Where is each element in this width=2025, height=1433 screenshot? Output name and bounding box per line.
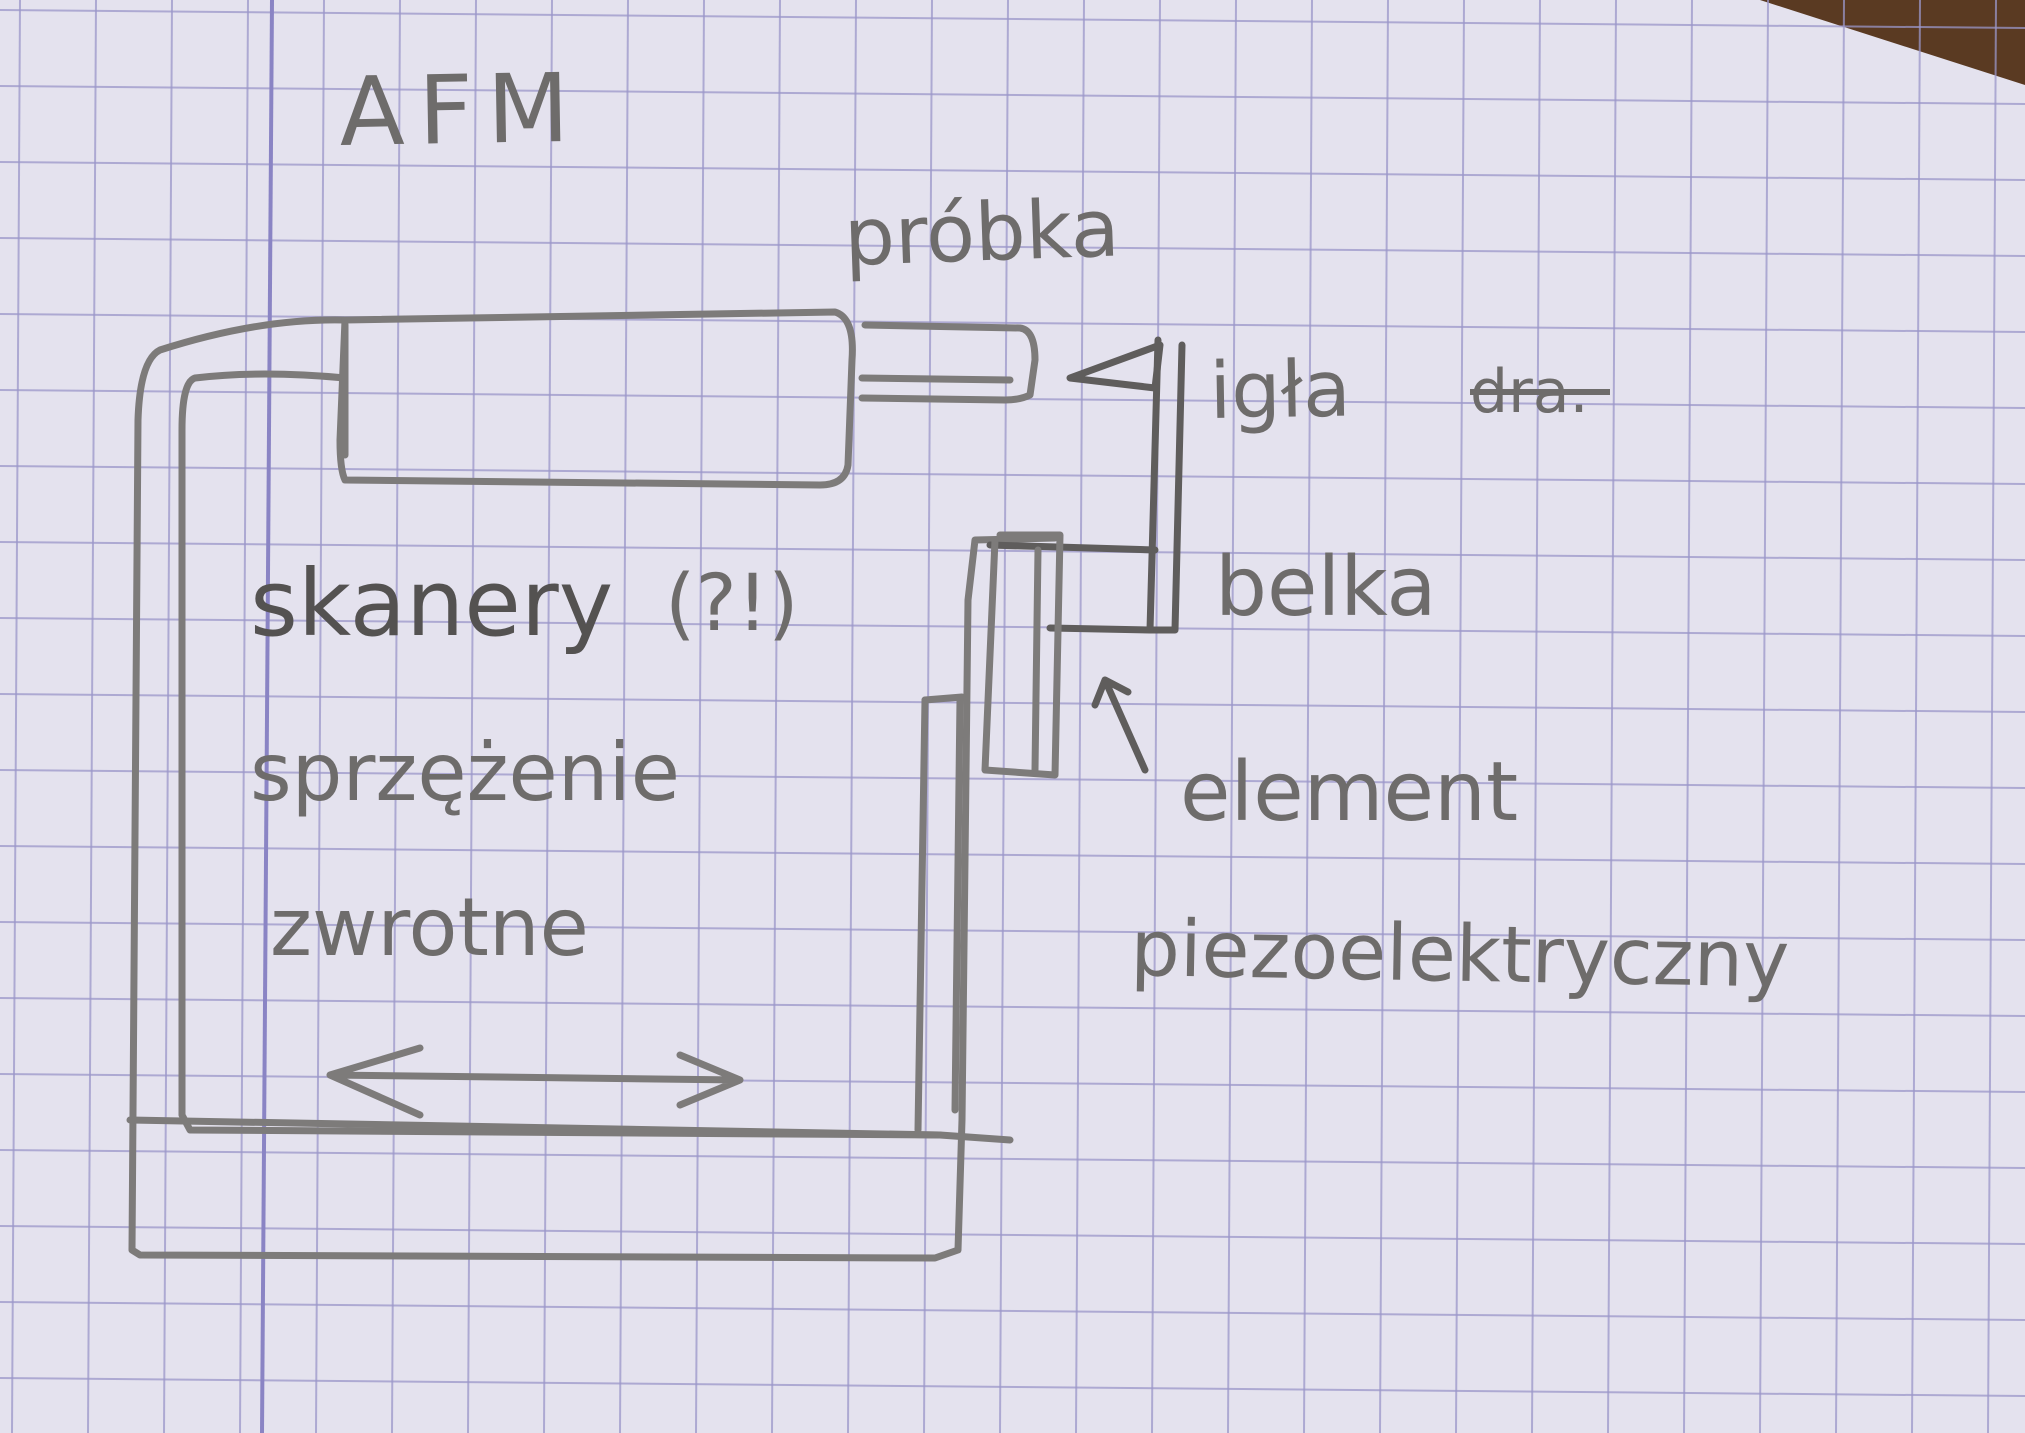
element-label-line1: element — [1180, 745, 1518, 840]
feedback-label-line1: sprzężenie — [250, 726, 680, 819]
notebook-sketch: AFM próbka igła dra. belka element piezo… — [0, 0, 2025, 1433]
piezo-column-top — [921, 693, 966, 704]
element-label-line2: piezoelektryczny — [1130, 904, 1790, 1005]
feedback-label-line2: zwrotne — [270, 881, 589, 974]
probe-label: próbka — [842, 181, 1121, 284]
sample-rectangle-mid — [858, 374, 1014, 384]
afm-diagram: AFM próbka igła dra. belka element piezo… — [0, 0, 2025, 1433]
scanners-label: skanery — [250, 550, 613, 657]
title-label: AFM — [338, 54, 583, 168]
piezo-element-inner — [1031, 546, 1042, 774]
scanners-question-label: (?!) — [665, 559, 799, 649]
beam-label: belka — [1215, 540, 1437, 635]
tip-label: igła — [1209, 345, 1352, 437]
